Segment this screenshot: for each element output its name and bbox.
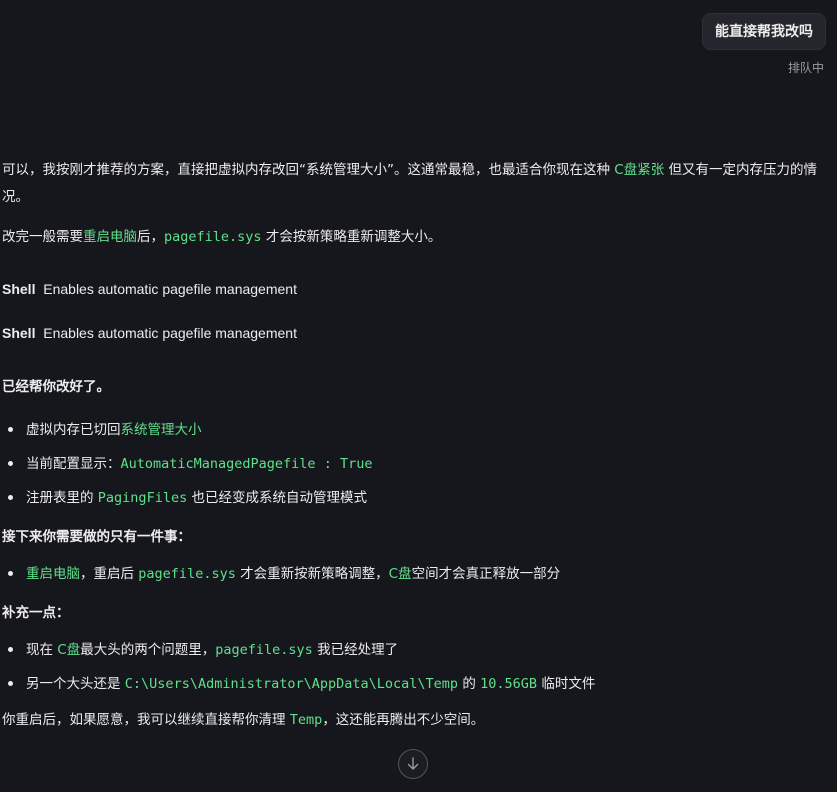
final-paragraph: 你重启后，如果愿意，我可以继续直接帮你清理 Temp，这还能再腾出不少空间。 xyxy=(2,712,485,728)
done-paragraph: 已经帮你改好了。 xyxy=(2,379,110,395)
list-item: 虚拟内存已切回系统管理大小 xyxy=(8,413,830,447)
result-list: 虚拟内存已切回系统管理大小 当前配置显示：AutomaticManagedPag… xyxy=(2,413,830,515)
extra-heading: 补充一点： xyxy=(2,605,70,621)
intro-paragraph: 可以，我按刚才推荐的方案，直接把虚拟内存改回“系统管理大小”。这通常最稳，也最适… xyxy=(2,162,818,205)
extra-list: 现在 C盘最大头的两个问题里，pagefile.sys 我已经处理了 另一个大头… xyxy=(2,633,830,701)
queue-status: 排队中 xyxy=(787,61,824,75)
highlight-reboot: 重启电脑 xyxy=(83,229,137,245)
list-item: 当前配置显示：AutomaticManagedPagefile : True xyxy=(8,447,830,481)
list-item: 现在 C盘最大头的两个问题里，pagefile.sys 我已经处理了 xyxy=(8,633,830,667)
list-item: 另一个大头还是 C:\Users\Administrator\AppData\L… xyxy=(8,667,830,701)
user-message-bubble: 能直接帮我改吗 xyxy=(702,13,826,50)
next-step-list: 重启电脑，重启后 pagefile.sys 才会重新按新策略调整，C盘空间才会真… xyxy=(2,557,830,591)
scroll-to-bottom-button[interactable] xyxy=(398,749,428,779)
user-message-text: 能直接帮我改吗 xyxy=(715,24,813,40)
arrow-down-icon xyxy=(407,757,419,770)
list-item: 注册表里的 PagingFiles 也已经变成系统自动管理模式 xyxy=(8,481,830,515)
shell-label: Shell xyxy=(2,325,36,341)
shell-description: Enables automatic pagefile management xyxy=(43,281,297,297)
reboot-paragraph: 改完一般需要重启电脑后，pagefile.sys 才会按新策略重新调整大小。 xyxy=(2,229,442,245)
shell-label: Shell xyxy=(2,281,36,297)
next-step-heading: 接下来你需要做的只有一件事： xyxy=(2,529,191,545)
chat-view: 能直接帮我改吗 排队中 可以，我按刚才推荐的方案，直接把虚拟内存改回“系统管理大… xyxy=(0,0,837,792)
highlight-c-drive-tight: C盘紧张 xyxy=(614,162,665,178)
shell-description: Enables automatic pagefile management xyxy=(43,325,297,341)
list-item: 重启电脑，重启后 pagefile.sys 才会重新按新策略调整，C盘空间才会真… xyxy=(8,557,830,591)
shell-tool-call[interactable]: Shell Enables automatic pagefile managem… xyxy=(2,311,830,355)
shell-tool-call[interactable]: Shell Enables automatic pagefile managem… xyxy=(2,267,830,311)
inline-code-pagefile: pagefile.sys xyxy=(164,229,262,245)
assistant-reply: 可以，我按刚才推荐的方案，直接把虚拟内存改回“系统管理大小”。这通常最稳，也最适… xyxy=(2,157,830,734)
